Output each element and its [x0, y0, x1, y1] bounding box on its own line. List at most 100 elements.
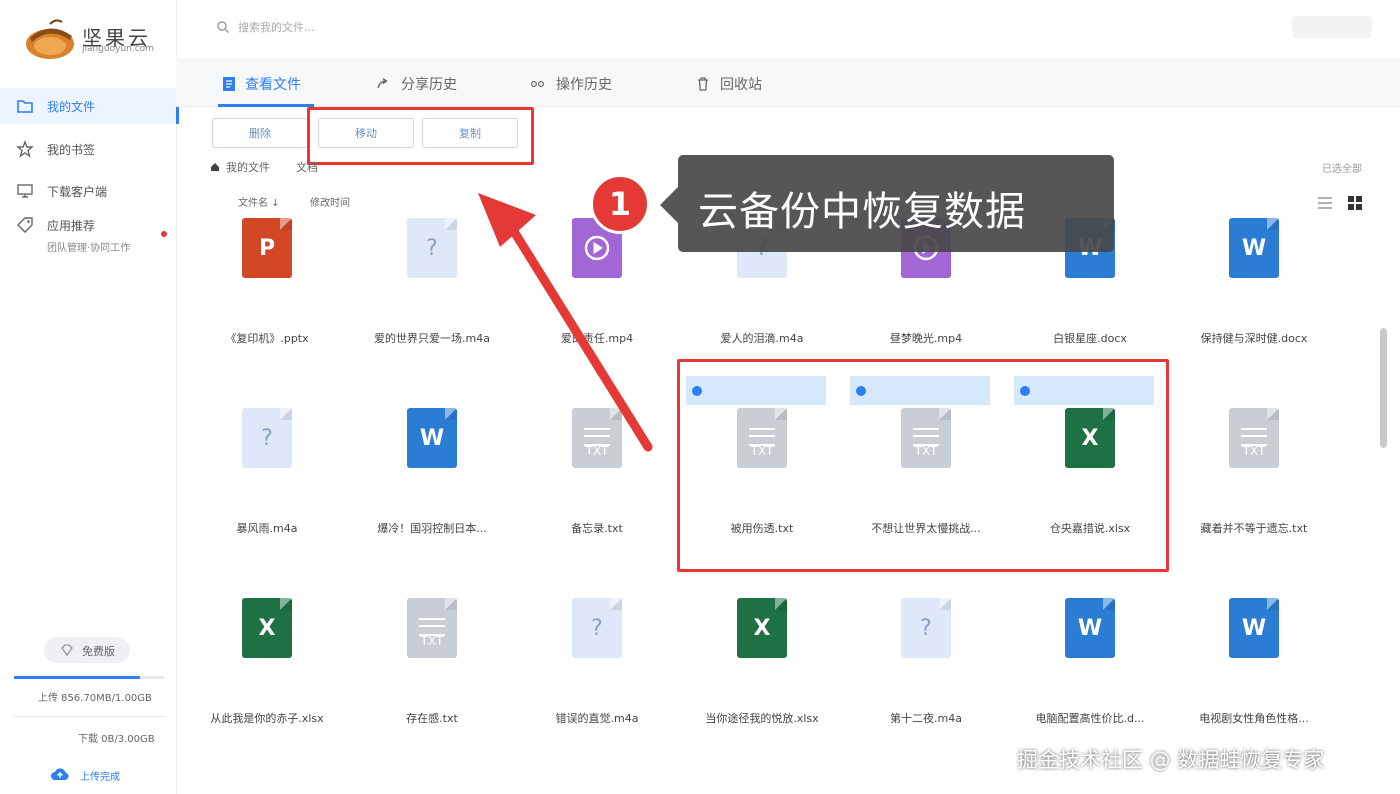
tag-icon	[17, 217, 33, 233]
monitor-icon	[17, 184, 33, 198]
file-item[interactable]: ? 暴风雨.m4a	[185, 368, 349, 548]
sort-by-modified[interactable]: 修改时间	[310, 194, 350, 209]
file-name: 电视剧女性角色性格...	[1199, 712, 1309, 725]
file-type-glyph: ?	[426, 235, 438, 261]
search-input[interactable]: 搜索我的文件...	[238, 19, 315, 35]
delete-button[interactable]: 删除	[212, 118, 308, 148]
active-tab-indicator	[218, 104, 314, 107]
scrollbar-thumb[interactable]	[1380, 328, 1387, 448]
sidebar-item-label: 我的文件	[47, 99, 96, 114]
upload-usage-fill	[14, 676, 140, 679]
sidebar-item-app-recommend[interactable]: 应用推荐	[0, 207, 176, 243]
file-name: 昼梦晚光.mp4	[889, 332, 963, 345]
share-icon	[377, 78, 388, 89]
file-name: 保持健与深时健.docx	[1200, 332, 1308, 345]
file-item[interactable]: TXT 存在感.txt	[350, 558, 514, 738]
file-type-glyph: ?	[591, 615, 603, 641]
annotation-callout: 云备份中恢复数据	[678, 155, 1114, 252]
history-icon	[530, 80, 545, 88]
file-type-glyph: X	[753, 615, 771, 641]
grid-view-icon[interactable]	[1346, 194, 1364, 212]
notification-dot	[161, 231, 167, 237]
plan-label: 免费版	[82, 645, 115, 658]
cloud-upload-icon	[51, 768, 69, 780]
plan-badge[interactable]: 免费版	[44, 637, 130, 663]
folder-icon	[17, 100, 33, 113]
select-all-link[interactable]: 已选全部	[1322, 160, 1362, 175]
app-subtitle: jianguoyun.com	[82, 44, 154, 54]
breadcrumb-current: 文档	[296, 161, 318, 174]
sidebar-item-label: 下载客户端	[47, 184, 108, 199]
word-file-icon: W	[407, 408, 457, 468]
file-type-glyph: P	[258, 235, 276, 261]
search-box[interactable]: 搜索我的文件...	[210, 12, 710, 42]
tab-operation-history[interactable]: 操作历史	[556, 74, 612, 94]
search-icon	[217, 21, 229, 33]
star-icon	[16, 140, 34, 158]
upload-usage-text: 上传 856.70MB/1.00GB	[38, 693, 152, 704]
sidebar: 坚果云 jianguoyun.com 我的文件 我的书签 下载客户端 应用推荐 …	[0, 0, 179, 794]
file-item[interactable]: X 从此我是你的赤子.xlsx	[185, 558, 349, 738]
audio-file-icon: ?	[572, 598, 622, 658]
audio-file-icon: ?	[407, 218, 457, 278]
annotation-text: 云备份中恢复数据	[698, 189, 1026, 235]
file-type-glyph: TXT	[1242, 444, 1266, 458]
upload-usage-bar	[14, 676, 164, 679]
file-item[interactable]: ? 第十二夜.m4a	[844, 558, 1008, 738]
toolbar-highlight-box	[307, 107, 534, 165]
file-name: 爱人的泪滴.m4a	[720, 332, 804, 345]
file-name: 白银星座.docx	[1053, 332, 1127, 345]
upload-status[interactable]: 上传完成	[80, 768, 120, 783]
file-type-glyph: TXT	[420, 634, 444, 648]
file-type-glyph: W	[419, 425, 445, 451]
word-file-icon: W	[1065, 598, 1115, 658]
sidebar-item-label: 应用推荐	[47, 218, 96, 233]
tab-recycle-bin[interactable]: 回收站	[720, 74, 762, 94]
file-type-glyph: W	[1241, 615, 1267, 641]
sidebar-item-bookmarks[interactable]: 我的书签	[0, 131, 176, 167]
text-file-icon: TXT	[1229, 408, 1279, 468]
file-item[interactable]: W 电视剧女性角色性格...	[1172, 558, 1336, 738]
file-name: 第十二夜.m4a	[890, 712, 962, 725]
sidebar-item-my-files[interactable]: 我的文件	[0, 88, 179, 124]
sidebar-item-download-client[interactable]: 下载客户端	[0, 173, 176, 209]
divider	[14, 716, 164, 717]
tab-view-files[interactable]: 查看文件	[245, 74, 301, 94]
file-type-glyph: X	[258, 615, 276, 641]
file-name: 电脑配置高性价比.d...	[1035, 712, 1145, 725]
selection-highlight-box	[677, 359, 1169, 572]
step-number-badge: 1	[590, 174, 650, 234]
ppt-file-icon: P	[242, 218, 292, 278]
file-name: 存在感.txt	[406, 712, 458, 725]
file-item[interactable]: ? 错误的直觉.m4a	[515, 558, 679, 738]
file-name: 备忘录.txt	[571, 522, 623, 535]
file-item[interactable]: X 当你途径我的悦放.xlsx	[680, 558, 844, 738]
tab-share-history[interactable]: 分享历史	[401, 74, 457, 94]
file-item[interactable]: P 《复印机》.pptx	[185, 210, 349, 390]
app-recommend-subtitle: 团队管理·协同工作	[47, 243, 131, 254]
file-item[interactable]: W 电脑配置高性价比.d...	[1008, 558, 1172, 738]
user-menu[interactable]	[1292, 16, 1372, 38]
excel-file-icon: X	[242, 598, 292, 658]
file-type-glyph: ?	[920, 615, 932, 641]
file-item[interactable]: TXT 藏着并不等于遗忘.txt	[1172, 368, 1336, 548]
file-type-glyph: ?	[261, 425, 273, 451]
file-name: 错误的直觉.m4a	[555, 712, 639, 725]
file-name: 当你途径我的悦放.xlsx	[705, 712, 819, 725]
sort-by-name[interactable]: 文件名 ↓	[238, 194, 280, 209]
file-name: 《复印机》.pptx	[225, 332, 309, 345]
file-name: 藏着并不等于遗忘.txt	[1200, 522, 1308, 535]
breadcrumb-root[interactable]: 我的文件	[226, 159, 270, 175]
word-file-icon: W	[1229, 598, 1279, 658]
download-usage-text: 下载 0B/3.00GB	[78, 734, 155, 745]
file-type-glyph: W	[1077, 615, 1103, 641]
file-icon	[223, 77, 235, 91]
file-name: 爆冷！国羽控制日本...	[377, 522, 487, 535]
callout-pointer	[660, 187, 678, 223]
tab-bar: 查看文件 分享历史 操作历史 回收站	[176, 58, 1400, 107]
excel-file-icon: X	[737, 598, 787, 658]
file-item[interactable]: W 保持健与深时健.docx	[1172, 210, 1336, 390]
sidebar-item-label: 我的书签	[47, 142, 96, 157]
text-file-icon: TXT	[407, 598, 457, 658]
watermark: 掘金技术社区 @ 数据蛙恢复专家	[1017, 748, 1325, 772]
